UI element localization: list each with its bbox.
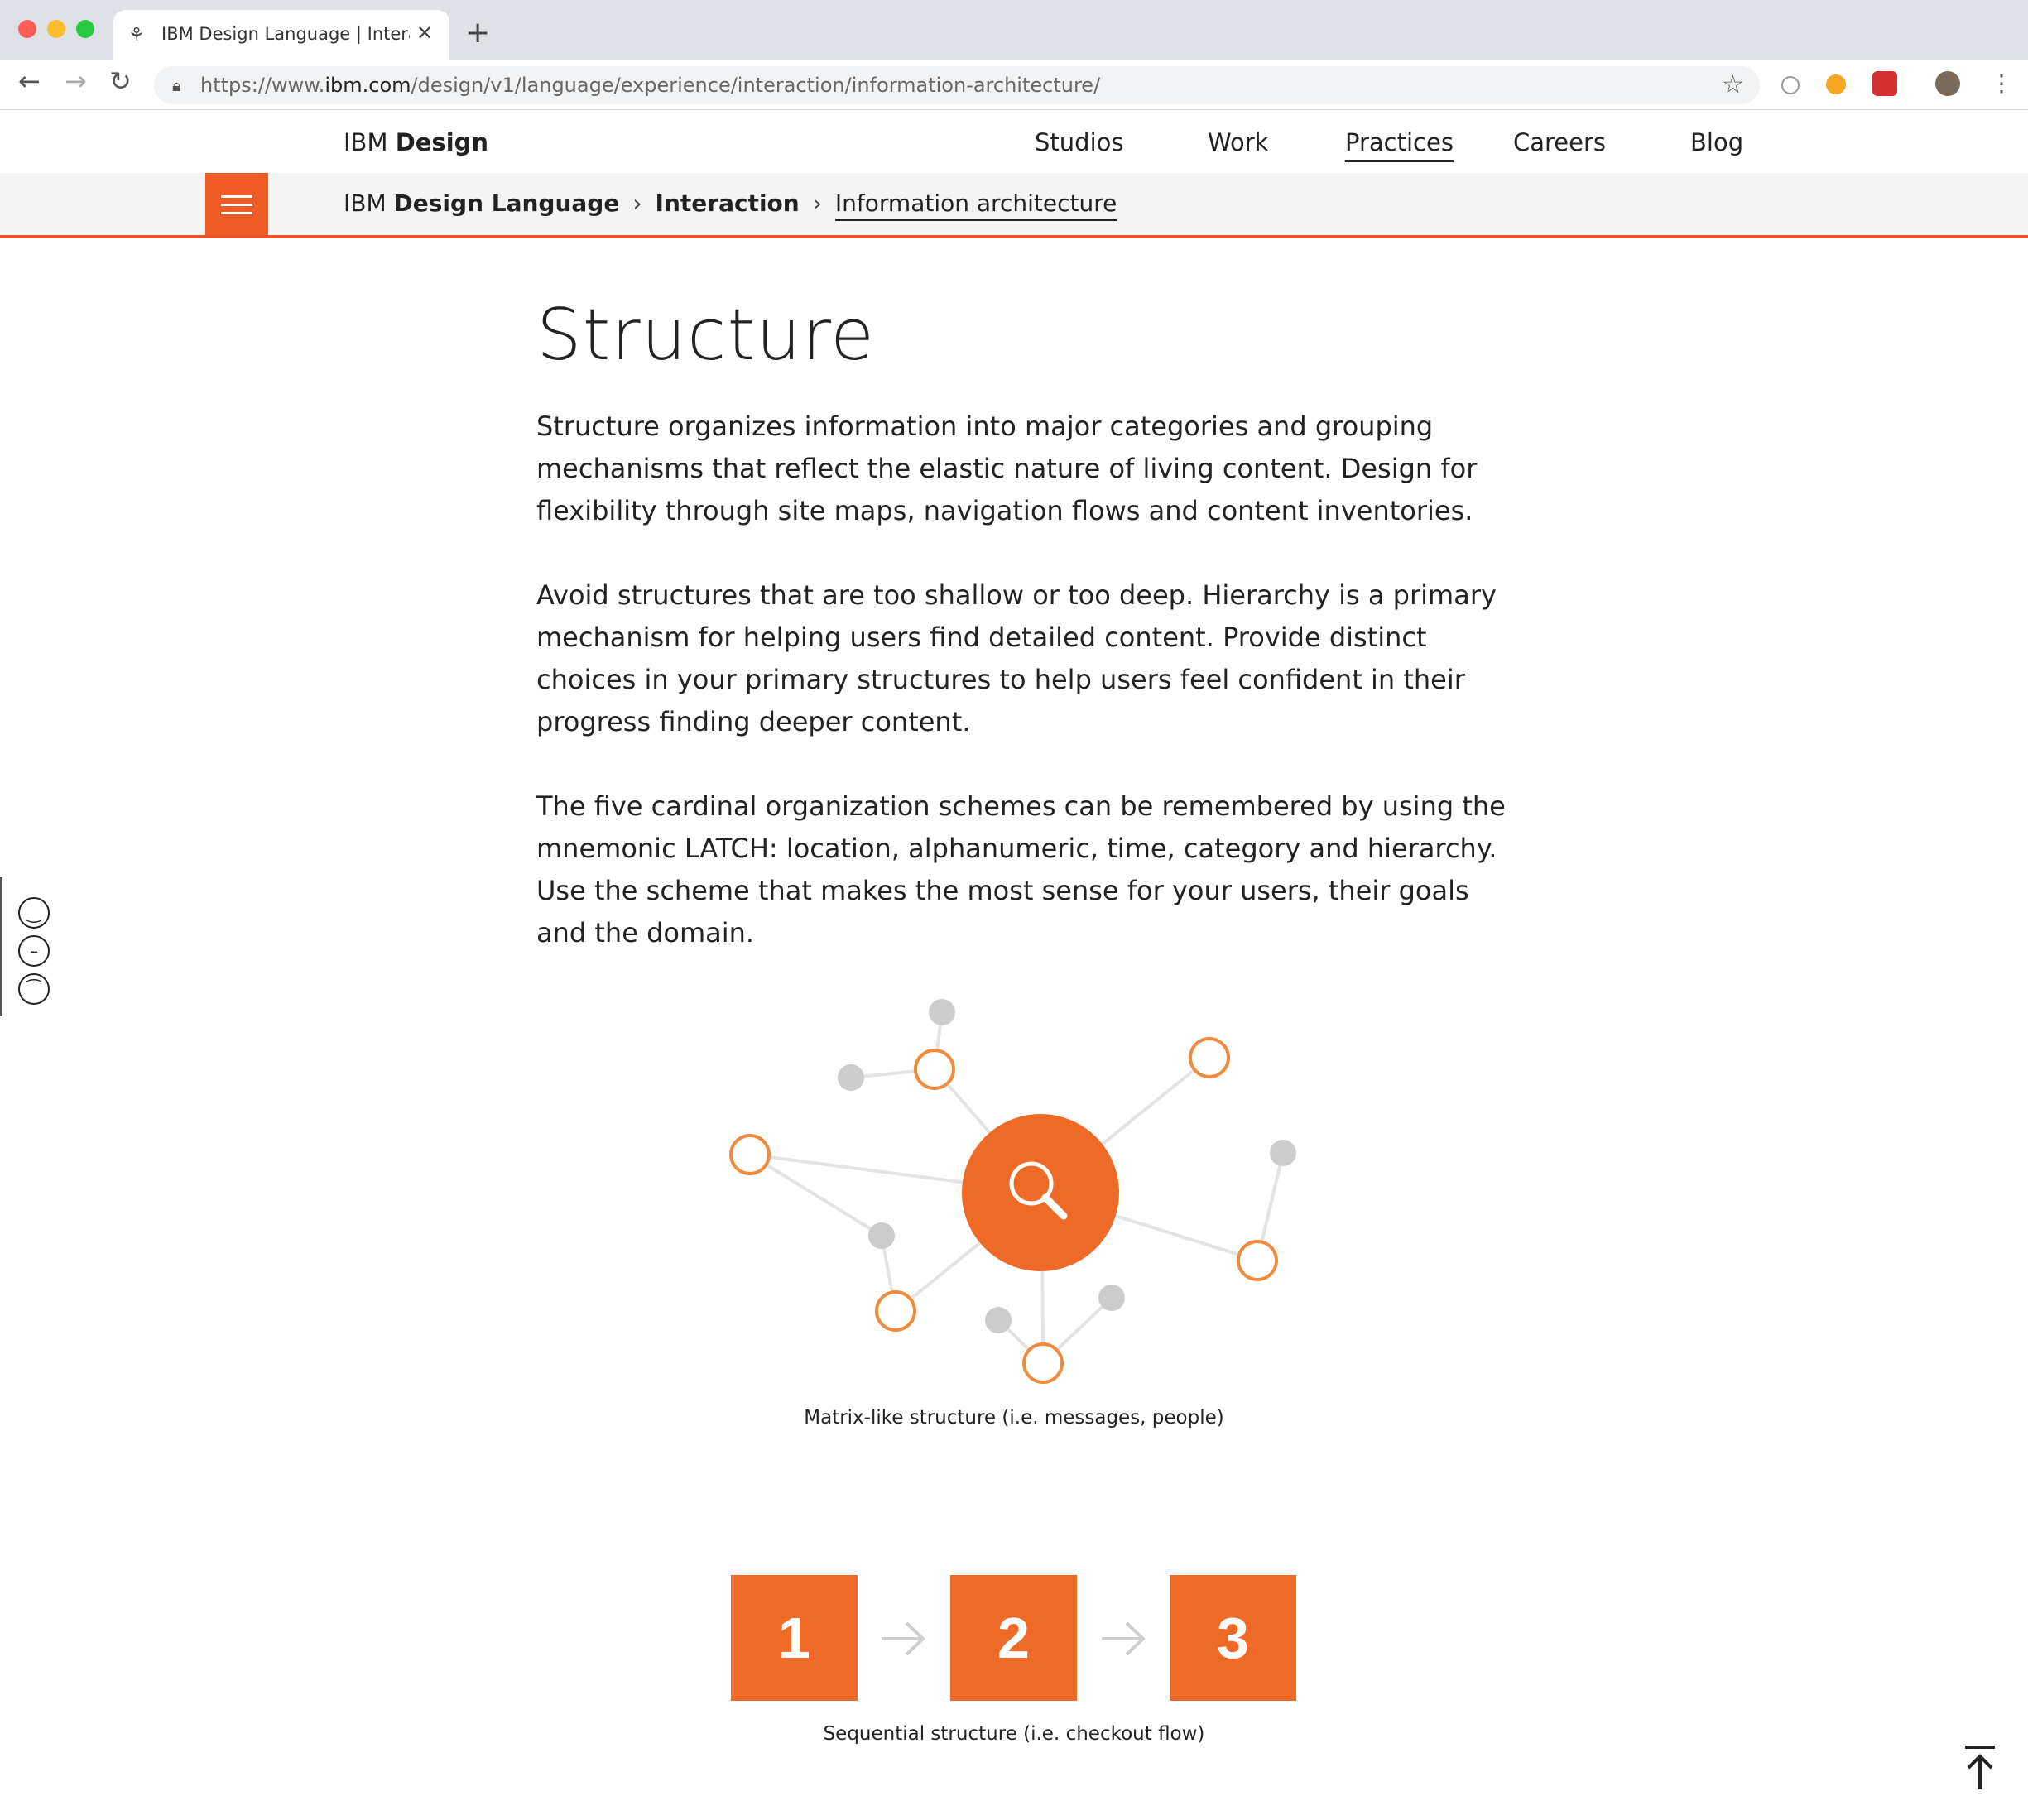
- new-tab-button[interactable]: +: [465, 18, 490, 48]
- breadcrumb-current[interactable]: Information architecture: [834, 190, 1117, 221]
- nav-practices[interactable]: Practices: [1345, 128, 1454, 162]
- bicycle-icon: ⚘: [128, 25, 145, 46]
- figure-caption-sequential: Sequential structure (i.e. checkout flow…: [823, 1723, 1205, 1745]
- page-title: Structure: [536, 294, 876, 377]
- scroll-to-top-icon[interactable]: [1963, 1745, 1997, 1791]
- maximize-window-button[interactable]: [76, 20, 94, 38]
- step-box-2: 2: [950, 1575, 1077, 1701]
- close-icon[interactable]: ✕: [416, 22, 433, 45]
- figure-caption-matrix: Matrix-like structure (i.e. messages, pe…: [804, 1407, 1224, 1429]
- extension-badge-icon[interactable]: [1872, 71, 1897, 96]
- forward-arrow-icon[interactable]: →: [65, 68, 87, 94]
- feedback-widget: ‿ – ⁀: [18, 897, 60, 1011]
- more-menu-icon[interactable]: ⋮: [1990, 70, 2013, 97]
- chevron-right-icon: ›: [632, 190, 642, 217]
- url-text[interactable]: https://www.ibm.com/design/v1/language/e…: [200, 74, 1100, 97]
- hamburger-icon: [221, 195, 252, 198]
- bookmark-star-icon[interactable]: ☆: [1722, 70, 1744, 99]
- arrow-right-icon: [882, 1621, 925, 1656]
- step-box-3: 3: [1170, 1575, 1296, 1701]
- happy-face-icon[interactable]: ‿: [18, 897, 50, 929]
- hamburger-menu-button[interactable]: [205, 173, 268, 235]
- paragraph-structure: Structure organizes information into maj…: [536, 411, 1478, 526]
- address-bar[interactable]: 🔒︎ https://www.ibm.com/design/v1/languag…: [154, 66, 1760, 104]
- neutral-face-icon[interactable]: –: [18, 935, 50, 967]
- central-search-node: [962, 1114, 1119, 1271]
- nav-careers[interactable]: Careers: [1513, 128, 1606, 156]
- extension-icon[interactable]: [1781, 76, 1800, 94]
- paragraph-hierarchy: Avoid structures that are too shallow or…: [536, 579, 1497, 737]
- minimize-window-button[interactable]: [47, 20, 65, 38]
- breadcrumb-bar: IBM Design Language › Interaction › Informat…: [0, 173, 2028, 238]
- site-header: IBM Design Studios Work Practices Career…: [0, 110, 2028, 174]
- back-arrow-icon[interactable]: ←: [18, 68, 41, 94]
- sad-face-icon[interactable]: ⁀: [18, 973, 50, 1005]
- extension-gear-icon[interactable]: [1826, 74, 1846, 94]
- feedback-edge-marker: [0, 877, 2, 1016]
- lock-icon: 🔒︎: [172, 75, 181, 95]
- nav-blog[interactable]: Blog: [1690, 128, 1743, 156]
- breadcrumb-design-language[interactable]: IBM Design Language: [344, 190, 619, 217]
- brand-logo[interactable]: IBM Design: [344, 128, 488, 156]
- tab-title: IBM Design Language | Interac: [161, 24, 410, 44]
- avatar[interactable]: [1935, 71, 1960, 96]
- nav-studios[interactable]: Studios: [1035, 128, 1123, 156]
- step-box-1: 1: [731, 1575, 858, 1701]
- browser-tab[interactable]: ⚘ IBM Design Language | Interac ✕: [113, 10, 449, 60]
- nav-work[interactable]: Work: [1208, 128, 1268, 156]
- matrix-structure-diagram: [729, 999, 1296, 1384]
- breadcrumb: IBM Design Language › Interaction › Informat…: [344, 190, 1117, 221]
- reload-icon[interactable]: ↻: [109, 68, 132, 94]
- paragraph-latch: The five cardinal organization schemes c…: [536, 790, 1506, 948]
- chevron-right-icon: ›: [812, 190, 822, 217]
- close-window-button[interactable]: [18, 20, 36, 38]
- breadcrumb-interaction[interactable]: Interaction: [656, 190, 800, 217]
- arrow-right-icon: [1102, 1621, 1146, 1656]
